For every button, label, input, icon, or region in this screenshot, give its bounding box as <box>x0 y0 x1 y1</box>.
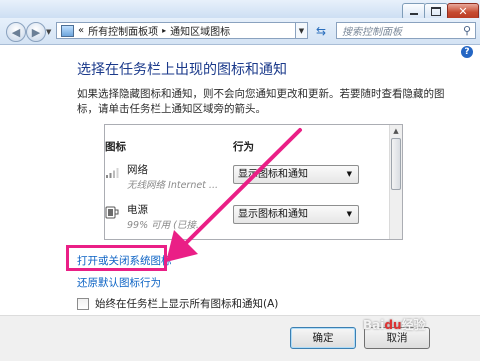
forward-arrow-icon: ▶ <box>31 25 41 39</box>
list-item[interactable]: 电源 99% 可用 (已接... 显示图标和通知 ▼ <box>105 201 387 239</box>
scroll-thumb[interactable] <box>391 138 401 190</box>
address-dropdown-icon[interactable]: ▼ <box>296 22 308 39</box>
item-status: 99% 可用 (已接... <box>127 220 205 231</box>
back-button[interactable]: ◀ <box>6 22 26 42</box>
network-icon <box>106 168 119 178</box>
power-icon <box>105 206 119 219</box>
page-description: 如果选择隐藏图标和通知，则不会向您通知更改和更新。若要随时查看隐藏的图标，请单击… <box>77 88 445 115</box>
close-icon: ✕ <box>458 5 468 18</box>
address-bar[interactable]: « 所有控制面板项 ▸ 通知区域图标 <box>56 22 296 39</box>
search-placeholder: 搜索控制面板 <box>342 27 402 38</box>
annotation-highlight-box <box>66 245 167 271</box>
chevron-down-icon: ▼ <box>346 210 352 218</box>
list-item[interactable]: 网络 无线网络 Internet ... 显示图标和通知 ▼ <box>105 161 387 199</box>
maximize-icon <box>431 7 441 16</box>
behavior-dropdown[interactable]: 显示图标和通知 ▼ <box>233 165 359 184</box>
back-arrow-icon: ◀ <box>11 25 21 39</box>
breadcrumb-notification-icons[interactable]: 通知区域图标 <box>170 23 230 38</box>
always-show-label: 始终在任务栏上显示所有图标和通知(A) <box>95 298 279 310</box>
behavior-value: 显示图标和通知 <box>238 169 308 180</box>
item-name: 网络 <box>127 164 148 176</box>
refresh-icon[interactable]: ⇆ <box>312 22 330 39</box>
help-icon[interactable]: ? <box>461 46 473 58</box>
notification-icons-list[interactable]: 图标 行为 网络 无线网络 Internet ... 显示图标和通知 ▼ 电源 <box>104 124 403 240</box>
restore-defaults-link[interactable]: 还原默认图标行为 <box>77 275 161 290</box>
always-show-checkbox[interactable] <box>77 297 89 310</box>
recent-pages-icon[interactable]: ▼ <box>46 28 51 36</box>
item-status: 无线网络 Internet ... <box>127 180 218 191</box>
breadcrumb-overflow[interactable]: « <box>78 25 84 36</box>
control-panel-icon <box>61 24 74 37</box>
behavior-dropdown[interactable]: 显示图标和通知 ▼ <box>233 205 359 224</box>
forward-button[interactable]: ▶ <box>26 22 46 42</box>
address-toolbar: ◀ ▶ ▼ « 所有控制面板项 ▸ 通知区域图标 ▼ ⇆ 搜索控制面板 ⚲ <box>0 18 480 45</box>
control-panel-window: ✕ ◀ ▶ ▼ « 所有控制面板项 ▸ 通知区域图标 ▼ ⇆ 搜索控制面板 ⚲ … <box>0 0 480 361</box>
behavior-value: 显示图标和通知 <box>238 209 308 220</box>
column-header-icon: 图标 <box>105 141 126 153</box>
title-bar: ✕ <box>0 0 480 20</box>
list-scrollbar[interactable]: ▲ <box>389 125 402 239</box>
scroll-up-icon[interactable]: ▲ <box>390 125 402 138</box>
watermark-logo: Baidu经验 <box>363 318 426 332</box>
ok-button[interactable]: 确定 <box>290 327 356 349</box>
item-name: 电源 <box>127 204 148 216</box>
chevron-down-icon: ▼ <box>346 170 352 178</box>
search-input[interactable]: 搜索控制面板 ⚲ <box>336 22 476 39</box>
page-title: 选择在任务栏上出现的图标和通知 <box>77 62 287 78</box>
breadcrumb-all-items[interactable]: 所有控制面板项 <box>88 23 158 38</box>
column-header-behavior: 行为 <box>233 141 254 153</box>
minimize-icon <box>410 13 418 15</box>
search-icon[interactable]: ⚲ <box>463 24 471 37</box>
always-show-option[interactable]: 始终在任务栏上显示所有图标和通知(A) <box>77 296 278 311</box>
breadcrumb-separator[interactable]: ▸ <box>162 26 166 35</box>
